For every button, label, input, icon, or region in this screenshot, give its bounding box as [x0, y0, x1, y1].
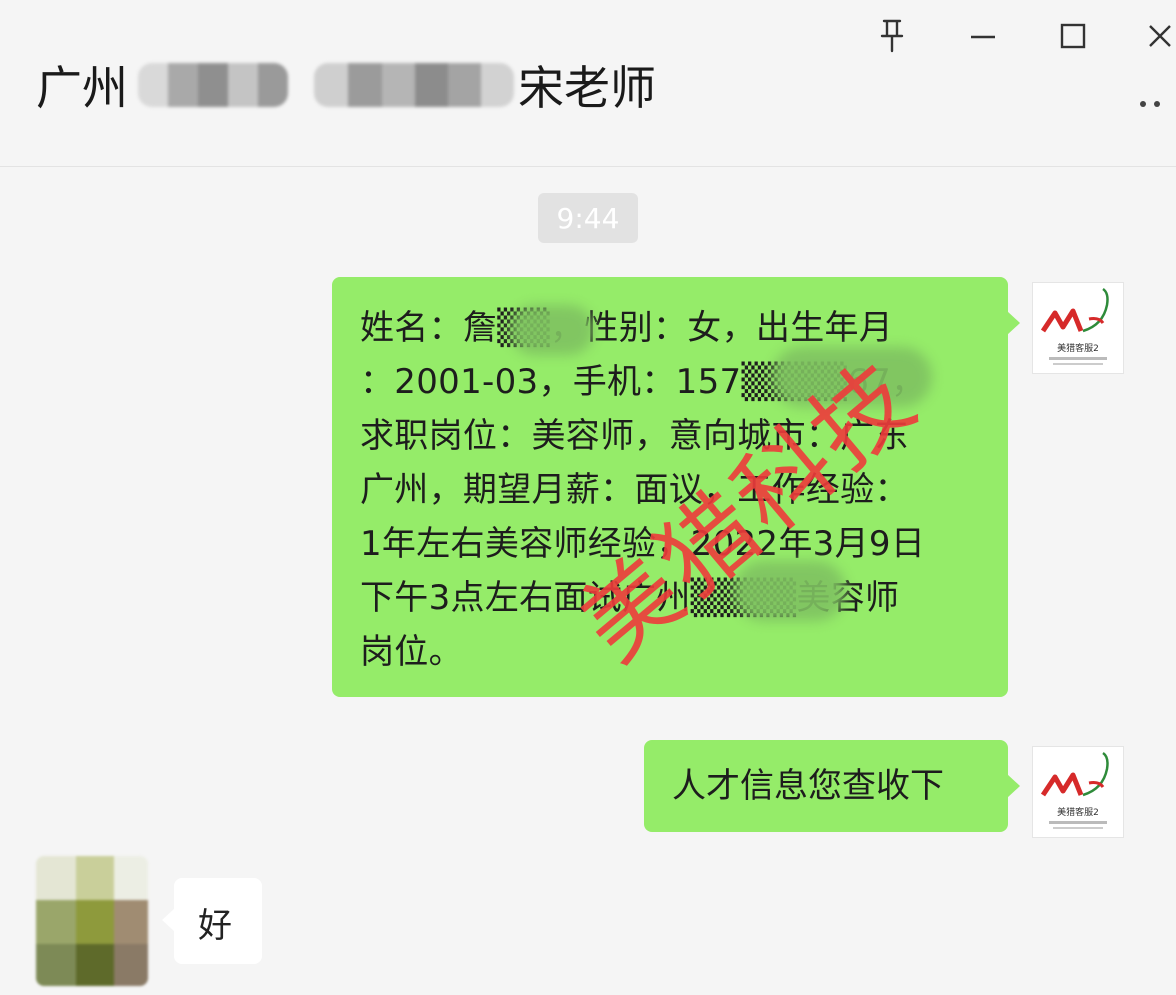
peer-avatar[interactable]: [36, 856, 148, 986]
close-icon: [1149, 25, 1171, 47]
self-avatar[interactable]: 美猎客服2: [1032, 282, 1124, 374]
chat-title-suffix: 宋老师: [518, 61, 656, 115]
chat-title-prefix: 广州: [36, 61, 128, 115]
redacted-name-mosaic: [314, 63, 514, 107]
pin-button[interactable]: [872, 16, 912, 56]
more-dots-icon: [1140, 101, 1146, 107]
maximize-icon: [1060, 23, 1086, 49]
redaction-blur: [510, 305, 594, 355]
chat-title: 广州 宋老师: [36, 50, 656, 120]
brand-logo-icon: 美猎客服2: [1040, 287, 1109, 365]
maximize-button[interactable]: [1053, 16, 1093, 56]
more-options-button[interactable]: [1140, 92, 1176, 116]
brand-logo-text: 美猎客服2: [1057, 342, 1099, 354]
outgoing-message-bubble[interactable]: 人才信息您查收下: [644, 740, 1020, 832]
brand-logo-text: 美猎客服2: [1057, 806, 1099, 818]
close-button[interactable]: [1140, 16, 1176, 56]
pin-icon: [880, 19, 904, 53]
self-avatar[interactable]: 美猎客服2: [1032, 746, 1124, 838]
message-text: 人才信息您查收下: [672, 766, 944, 806]
incoming-message-bubble[interactable]: 好: [162, 878, 262, 964]
redacted-name-mosaic: [138, 63, 288, 107]
message-timestamp: 9:44: [538, 193, 638, 243]
minimize-icon: [971, 35, 995, 39]
brand-logo-icon: 美猎客服2: [1040, 751, 1109, 829]
chat-header: 广州 宋老师: [0, 0, 1176, 167]
message-text: 好: [198, 906, 232, 946]
minimize-button[interactable]: [963, 16, 1003, 56]
